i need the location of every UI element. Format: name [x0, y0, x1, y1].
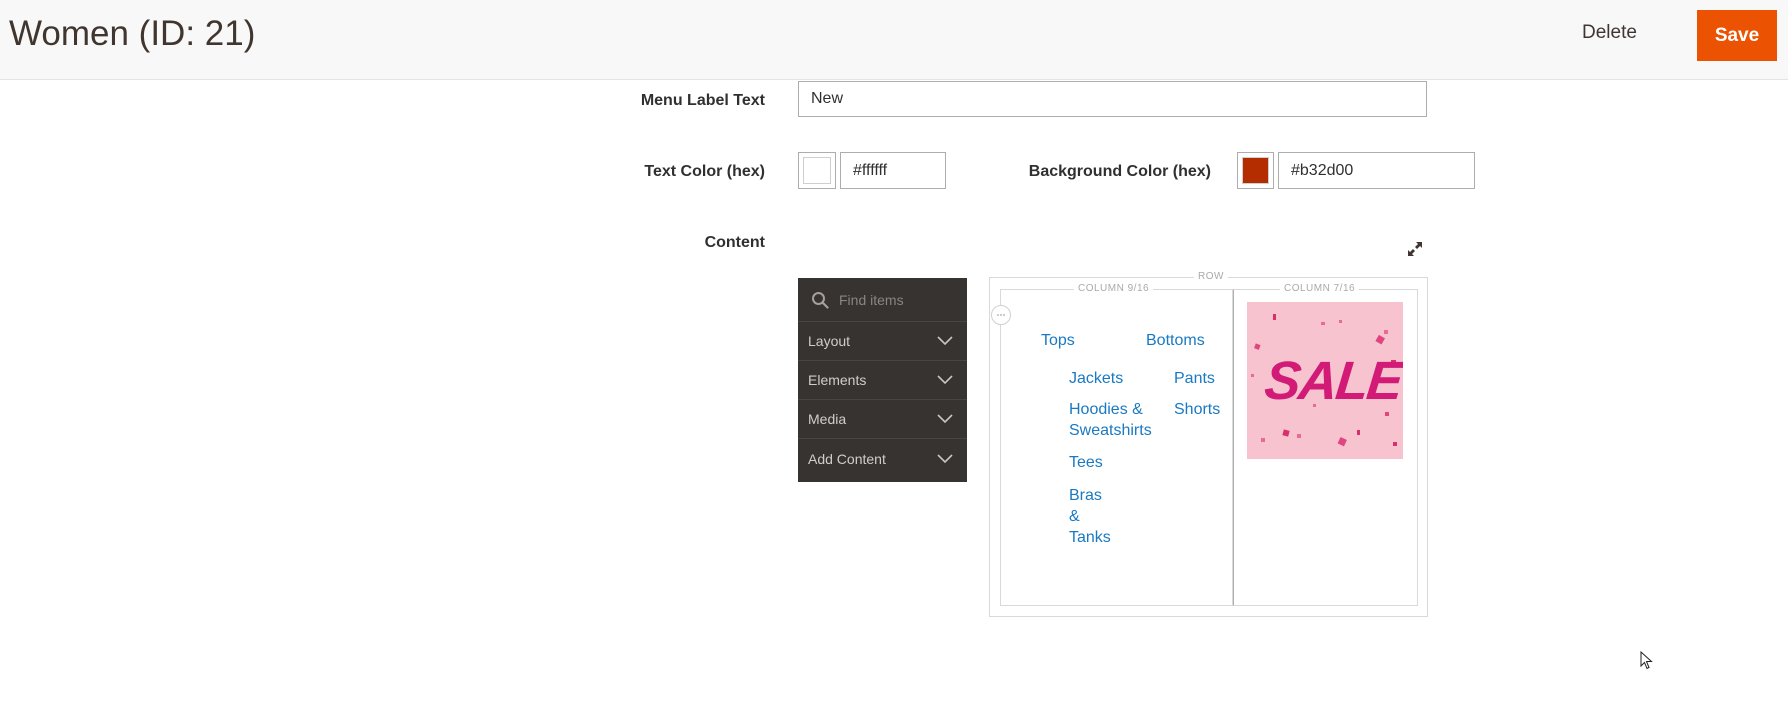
- column-2-label: COLUMN 7/16: [1280, 283, 1360, 294]
- chevron-down-icon: [937, 414, 953, 424]
- search-icon: [812, 292, 829, 309]
- link-bras-line1: Bras: [1069, 487, 1102, 504]
- text-color-swatch-fill: [803, 157, 831, 184]
- menu-label-text-label: Menu Label Text: [640, 92, 765, 109]
- page-header: [0, 0, 1788, 80]
- panel-item-media[interactable]: Media: [798, 400, 967, 439]
- panel-item-label: Add Content: [808, 451, 886, 467]
- background-color-swatch[interactable]: [1237, 152, 1274, 189]
- link-bras-tanks[interactable]: Bras & Tanks: [1069, 485, 1111, 548]
- mouse-cursor-icon: [1640, 650, 1654, 676]
- page-title: Women (ID: 21): [9, 14, 256, 53]
- content-label: Content: [704, 234, 765, 251]
- drag-handle-icon[interactable]: [991, 305, 1011, 325]
- panel-item-elements[interactable]: Elements: [798, 361, 967, 400]
- row-label: ROW: [1194, 271, 1228, 282]
- text-color-input[interactable]: #ffffff: [840, 152, 946, 189]
- column-1-label: COLUMN 9/16: [1074, 283, 1154, 294]
- link-bottoms[interactable]: Bottoms: [1146, 330, 1205, 351]
- save-button[interactable]: Save: [1697, 10, 1777, 61]
- link-bras-line2: &: [1069, 508, 1080, 525]
- link-tops[interactable]: Tops: [1041, 330, 1075, 351]
- link-hoodies-line2: Sweatshirts: [1069, 422, 1152, 439]
- link-hoodies-sweatshirts[interactable]: Hoodies & Sweatshirts: [1069, 399, 1152, 441]
- link-hoodies-line1: Hoodies &: [1069, 401, 1143, 418]
- menu-label-text-input[interactable]: New: [798, 81, 1427, 117]
- link-jackets[interactable]: Jackets: [1069, 368, 1123, 389]
- panel-search[interactable]: Find items: [798, 278, 967, 322]
- page-builder-panel: Find items Layout Elements Media Add Con…: [798, 278, 967, 482]
- sale-image[interactable]: SALE: [1247, 302, 1403, 459]
- link-bras-line3: Tanks: [1069, 529, 1111, 546]
- panel-item-label: Media: [808, 411, 847, 427]
- panel-item-label: Layout: [808, 333, 851, 349]
- search-input[interactable]: Find items: [839, 292, 904, 308]
- fullscreen-expand-icon[interactable]: [1406, 240, 1424, 258]
- text-color-label: Text Color (hex): [644, 163, 765, 180]
- chevron-down-icon: [937, 454, 953, 464]
- background-color-input[interactable]: #b32d00: [1278, 152, 1475, 189]
- panel-item-layout[interactable]: Layout: [798, 322, 967, 361]
- panel-item-label: Elements: [808, 372, 867, 388]
- text-color-swatch[interactable]: [798, 152, 836, 189]
- chevron-down-icon: [937, 375, 953, 385]
- delete-button[interactable]: Delete: [1582, 22, 1637, 44]
- panel-item-add-content[interactable]: Add Content: [798, 439, 967, 478]
- background-color-swatch-fill: [1242, 157, 1269, 184]
- link-tees[interactable]: Tees: [1069, 452, 1103, 473]
- chevron-down-icon: [937, 336, 953, 346]
- link-shorts[interactable]: Shorts: [1174, 399, 1220, 420]
- link-pants[interactable]: Pants: [1174, 368, 1215, 389]
- background-color-label: Background Color (hex): [1028, 163, 1211, 180]
- sale-image-text: SALE: [1261, 351, 1403, 411]
